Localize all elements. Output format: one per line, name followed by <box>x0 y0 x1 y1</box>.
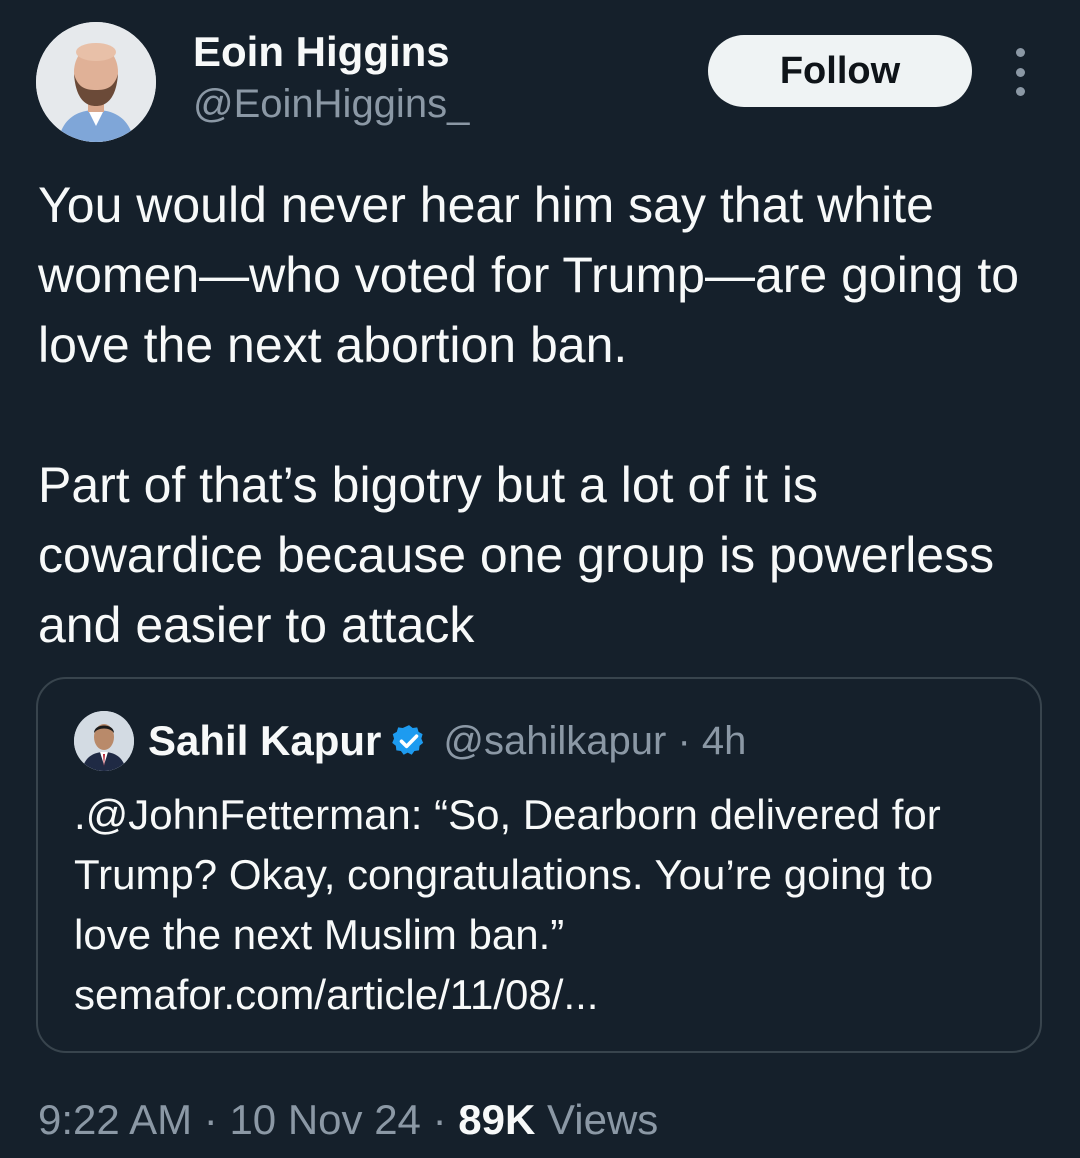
quoted-tweet[interactable]: Sahil Kapur @sahilkapur · 4h .@JohnFette… <box>36 677 1042 1053</box>
verified-badge-icon <box>392 725 424 755</box>
tweet-header: Eoin Higgins @EoinHiggins_ Follow <box>0 0 1080 160</box>
quoted-tweet-text: .@JohnFetterman: “So, Dearborn delivered… <box>74 791 941 1018</box>
more-dot <box>1015 87 1025 96</box>
separator-dot: · <box>432 1096 447 1143</box>
separator-dot: · <box>203 1096 218 1143</box>
avatar-photo-icon <box>74 711 134 771</box>
quoted-handle-text: @sahilkapur <box>443 718 667 763</box>
tweet-text: You would never hear him say that white … <box>38 170 1048 660</box>
more-dot <box>1015 67 1025 77</box>
author-avatar[interactable] <box>36 22 156 142</box>
more-dot <box>1015 48 1025 57</box>
follow-button[interactable]: Follow <box>708 35 972 107</box>
tweet-paragraph: You would never hear him say that white … <box>38 177 1020 373</box>
quoted-time: 4h <box>701 718 747 763</box>
avatar-photo-icon <box>36 22 156 142</box>
author-handle[interactable]: @EoinHiggins_ <box>193 82 469 127</box>
tweet-paragraph: Part of that’s bigotry but a lot of it i… <box>38 457 995 653</box>
tweet-meta: 9:22 AM · 10 Nov 24 · 89K Views <box>38 1096 658 1144</box>
quoted-author-name[interactable]: Sahil Kapur <box>148 717 381 765</box>
author-name[interactable]: Eoin Higgins <box>193 28 450 76</box>
quoted-tweet-header: Sahil Kapur @sahilkapur · 4h <box>74 709 746 773</box>
tweet-date[interactable]: 10 Nov 24 <box>229 1096 420 1143</box>
more-options-icon[interactable] <box>1004 48 1036 96</box>
quoted-author-handle[interactable]: @sahilkapur · 4h <box>443 719 746 764</box>
quoted-author-avatar[interactable] <box>74 711 134 771</box>
separator-dot: · <box>677 718 691 763</box>
tweet-time[interactable]: 9:22 AM <box>38 1096 192 1143</box>
views-label: Views <box>547 1096 659 1143</box>
views-count: 89K <box>458 1096 536 1143</box>
